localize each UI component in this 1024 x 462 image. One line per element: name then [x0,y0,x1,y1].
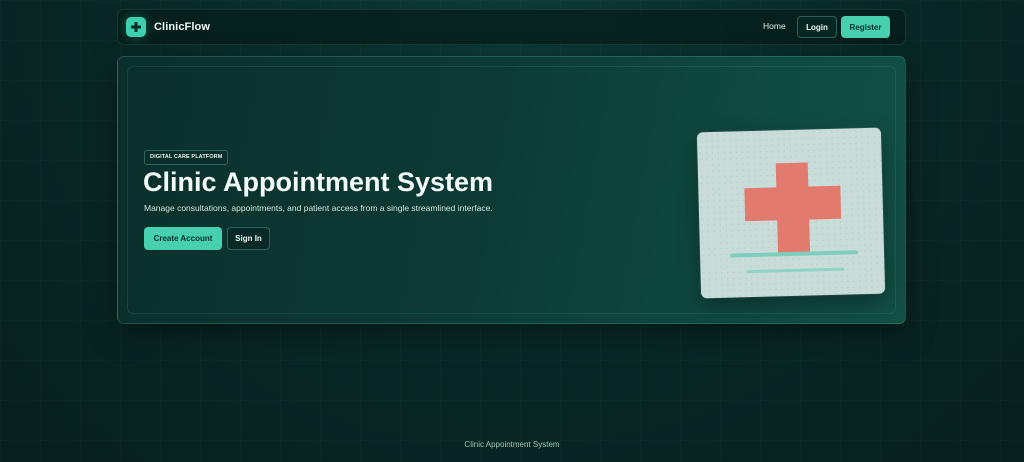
plus-icon [126,17,146,37]
login-button[interactable]: Login [797,16,837,38]
brand-logo-link[interactable]: ClinicFlow [126,17,210,37]
register-button[interactable]: Register [841,16,890,38]
hero-section: DIGITAL CARE PLATFORM Clinic Appointment… [117,56,906,324]
create-account-button[interactable]: Create Account [144,227,222,250]
hero-subtitle: Manage consultations, appointments, and … [144,203,493,213]
sign-in-button[interactable]: Sign In [227,227,270,250]
hero-title: Clinic Appointment System [143,167,494,197]
page-footer: Clinic Appointment System [464,440,560,449]
platform-badge: DIGITAL CARE PLATFORM [144,150,229,165]
hero-inner-frame: DIGITAL CARE PLATFORM Clinic Appointment… [127,66,896,314]
brand-name: ClinicFlow [154,21,210,33]
nav-home-link[interactable]: Home [763,21,786,31]
medical-cross-bar [744,185,842,222]
medical-cross-card-illustration [696,127,886,299]
top-navbar: ClinicFlow Home Login Register [117,9,906,45]
